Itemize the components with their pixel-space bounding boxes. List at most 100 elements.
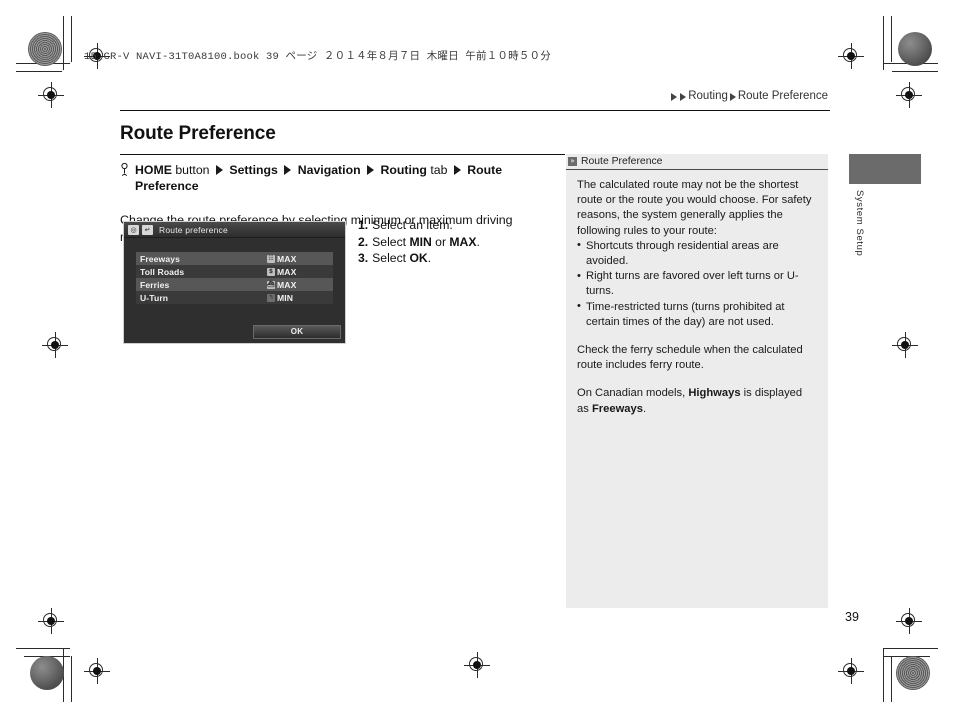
path-home-label: HOME <box>135 163 172 178</box>
running-header: Routing Route Preference <box>670 90 828 102</box>
crop-mark-bottom-left-h <box>16 648 70 649</box>
halftone-patch-top-right <box>898 32 932 66</box>
nav-row-setting: MAX <box>277 279 297 290</box>
step-text: Select OK. <box>372 251 432 265</box>
path-routing: Routing <box>380 163 427 178</box>
sidebar-paragraph-1: The calculated route may not be the shor… <box>577 179 812 237</box>
nav-row-setting: MAX <box>277 253 297 264</box>
crop-mark-bottom-right-h <box>884 648 938 649</box>
nav-row-label: U-Turn <box>140 292 169 303</box>
ferry-badge-icon: ⛴ <box>267 280 275 289</box>
registration-mark-bottom-right <box>838 658 864 684</box>
nav-row-value: $ MAX <box>267 267 329 277</box>
nav-screen-list: Freeways ☷ MAX Toll Roads $ MAX Ferries … <box>124 238 345 304</box>
freeway-badge-icon: ☷ <box>267 254 275 263</box>
hand-pointer-icon <box>121 163 128 177</box>
page-number: 39 <box>845 610 859 624</box>
sidebar-bullet-item: Right turns are favored over left turns … <box>577 269 817 299</box>
step-number: 3. <box>358 251 369 265</box>
registration-mark-right-upper <box>896 82 922 108</box>
path-chevron-icon-4 <box>453 165 461 176</box>
crop-mark-bottom-right-v <box>883 648 884 702</box>
nav-row-value: ⛴ MAX <box>267 280 329 290</box>
crop-mark-top-right-h <box>884 63 938 64</box>
return-arrow-icon: ↵ <box>142 224 153 235</box>
step-text: Select an item. <box>372 218 453 232</box>
path-settings: Settings <box>229 163 278 178</box>
sidebar-note-heading: Route Preference <box>581 156 663 167</box>
crop-mark-bottom-right-v2 <box>891 656 892 702</box>
step-emphasis-ok: OK <box>409 251 428 265</box>
step-item-1: 1. Select an item. <box>358 217 558 234</box>
step-item-3: 3. Select OK. <box>358 250 558 267</box>
step-text: Select MIN or MAX. <box>372 234 480 249</box>
registration-mark-left-upper <box>38 82 64 108</box>
crop-mark-top-right-h2 <box>892 71 938 72</box>
nav-row-toll-roads[interactable]: Toll Roads $ MAX <box>136 265 333 278</box>
step-item-2: 2. Select MIN or MAX. <box>358 234 558 251</box>
halftone-patch-bottom-right <box>896 656 930 690</box>
crop-mark-top-left-h <box>16 63 70 64</box>
sidebar-paragraph-3: On Canadian models, Highways is displaye… <box>577 387 803 415</box>
nav-row-u-turn[interactable]: U-Turn ↰ MIN <box>136 291 333 304</box>
title-underline-rule <box>120 154 565 156</box>
thumb-index-tab <box>849 154 921 184</box>
path-chevron-icon-2 <box>284 165 292 176</box>
halftone-patch-top-left <box>28 32 62 66</box>
nav-row-ferries[interactable]: Ferries ⛴ MAX <box>136 278 333 291</box>
path-chevron-icon-1 <box>215 165 223 176</box>
registration-mark-left-middle <box>42 332 68 358</box>
registration-mark-left-lower <box>38 608 64 634</box>
registration-mark-bottom-center <box>464 652 490 678</box>
u-turn-badge-icon: ↰ <box>267 293 275 302</box>
sidebar-paragraph-2: Check the ferry schedule when the calcul… <box>577 344 803 372</box>
chevron-right-icon-3 <box>729 92 736 101</box>
thumb-index-label: System Setup <box>854 190 865 257</box>
sidebar-emphasis-freeways: Freeways <box>591 402 643 415</box>
step-emphasis-min: MIN <box>409 234 432 249</box>
nav-row-value: ↰ MIN <box>267 293 329 303</box>
crop-mark-top-left-v2 <box>71 16 72 62</box>
navigation-path: HOME button Settings Navigation Routing … <box>120 162 535 194</box>
nav-row-label: Toll Roads <box>140 266 185 277</box>
sidebar-bullet-item: Time-restricted turns (turns prohibited … <box>577 299 817 330</box>
nav-screen-title: Route preference <box>159 224 228 235</box>
path-navigation: Navigation <box>297 163 361 178</box>
nav-screen-titlebar: ◎ ↵ Route preference <box>124 222 345 238</box>
running-header-topic: Route Preference <box>737 90 828 102</box>
crop-mark-top-right-v <box>883 16 884 70</box>
path-chevron-icon-3 <box>367 165 375 176</box>
ok-button[interactable]: OK <box>253 325 341 339</box>
print-slug-line: 15 CR-V NAVI-31T0A8100.book 39 ページ ２０１４年… <box>84 51 551 63</box>
nav-screen-footer: OK <box>124 325 345 339</box>
step-list: 1. Select an item. 2. Select MIN or MAX.… <box>358 217 558 267</box>
registration-mark-bottom-left <box>84 658 110 684</box>
crop-mark-top-left-v <box>63 16 64 70</box>
crop-mark-top-right-v2 <box>891 16 892 62</box>
toll-badge-icon: $ <box>267 267 275 276</box>
path-button-word: button <box>175 163 210 178</box>
step-emphasis-max: MAX <box>449 234 477 249</box>
registration-mark-right-middle <box>892 332 918 358</box>
step-number: 1. <box>358 218 369 232</box>
chevron-right-icon-2 <box>680 92 687 101</box>
sidebar-bullet-list: Shortcuts through residential areas are … <box>577 238 817 330</box>
nav-screen-figure: ◎ ↵ Route preference Freeways ☷ MAX Toll… <box>123 221 346 344</box>
nav-row-freeways[interactable]: Freeways ☷ MAX <box>136 252 333 265</box>
sidebar-bullet-item: Shortcuts through residential areas are … <box>577 238 817 269</box>
nav-row-setting: MAX <box>277 266 297 277</box>
sidebar-note-header: » Route Preference <box>566 154 828 170</box>
path-tab-word: tab <box>430 163 448 178</box>
crop-mark-bottom-left-v <box>63 648 64 702</box>
sidebar-emphasis-highways: Highways <box>688 387 741 400</box>
chevron-double-right-icon: » <box>568 157 577 166</box>
nav-row-label: Freeways <box>140 253 180 264</box>
registration-mark-top-right <box>838 43 864 69</box>
crop-mark-bottom-right-h2 <box>884 656 930 657</box>
crop-mark-bottom-left-h2 <box>24 656 70 657</box>
nav-row-label: Ferries <box>140 279 170 290</box>
registration-mark-right-lower <box>896 608 922 634</box>
chevron-right-icon-1 <box>671 92 678 101</box>
nav-row-value: ☷ MAX <box>267 254 329 264</box>
halftone-patch-bottom-left <box>30 656 64 690</box>
